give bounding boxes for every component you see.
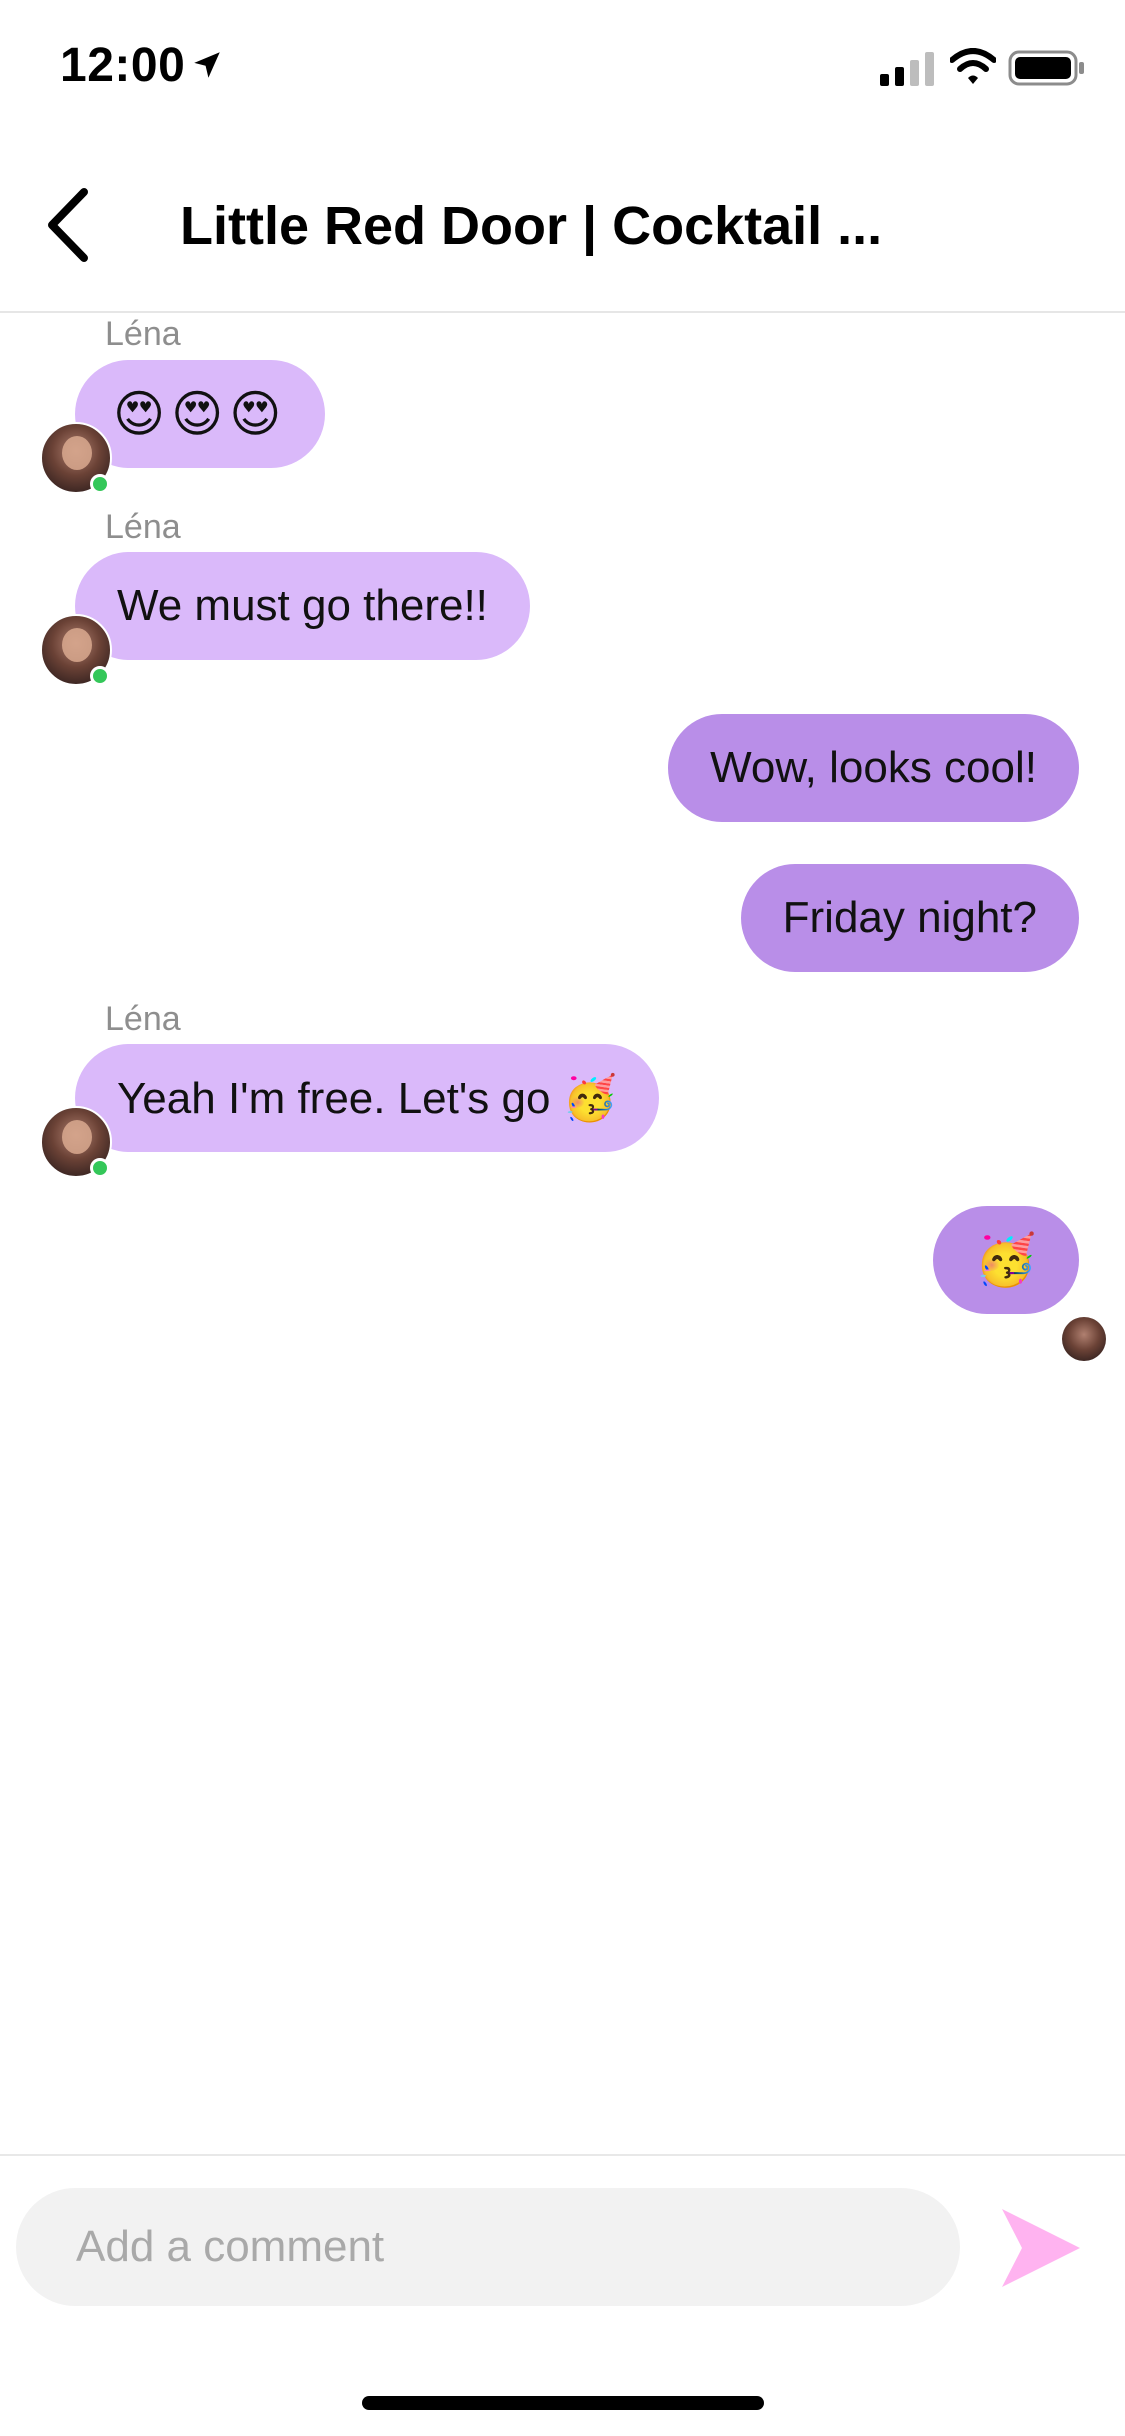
chevron-left-icon[interactable]	[36, 180, 106, 270]
cellular-signal-icon	[880, 52, 934, 86]
message-bubble-outgoing[interactable]: 🥳	[932, 1206, 1079, 1314]
chat-screen: 12:00 Little Red Door | Cocktail ... Lén…	[0, 0, 1125, 2436]
location-arrow-icon	[194, 52, 220, 78]
online-status-dot	[90, 474, 110, 494]
status-bar: 12:00	[0, 0, 1125, 140]
message-bubble-incoming[interactable]: We must go there!!	[75, 552, 530, 660]
message-text: Yeah I'm free. Let's go 🥳	[117, 1074, 618, 1123]
sender-name: Léna	[105, 508, 181, 546]
message-text: Friday night?	[782, 893, 1037, 942]
message-text: 😍😍😍	[113, 386, 288, 442]
sender-name: Léna	[105, 315, 181, 353]
message-text: We must go there!!	[117, 581, 488, 630]
message-bubble-incoming[interactable]: Yeah I'm free. Let's go 🥳	[75, 1044, 660, 1152]
online-status-dot	[90, 666, 110, 686]
message-text: Wow, looks cool!	[710, 743, 1037, 792]
battery-icon	[1008, 50, 1084, 86]
sender-name: Léna	[105, 1000, 181, 1038]
composer-divider	[0, 2154, 1125, 2156]
message-bubble-incoming[interactable]: 😍😍😍	[75, 360, 326, 468]
home-indicator[interactable]	[362, 2396, 764, 2410]
comment-input[interactable]	[16, 2188, 960, 2306]
chat-header: Little Red Door | Cocktail ...	[0, 140, 1125, 313]
page-title: Little Red Door | Cocktail ...	[180, 196, 883, 256]
status-time: 12:00	[60, 39, 186, 92]
message-bubble-outgoing[interactable]: Wow, looks cool!	[668, 714, 1079, 822]
message-text: 🥳	[974, 1231, 1037, 1288]
wifi-icon	[950, 48, 996, 84]
read-receipt-avatar	[1062, 1317, 1106, 1361]
message-bubble-outgoing[interactable]: Friday night?	[740, 864, 1079, 972]
send-arrow-icon[interactable]	[1000, 2205, 1082, 2291]
online-status-dot	[90, 1158, 110, 1178]
